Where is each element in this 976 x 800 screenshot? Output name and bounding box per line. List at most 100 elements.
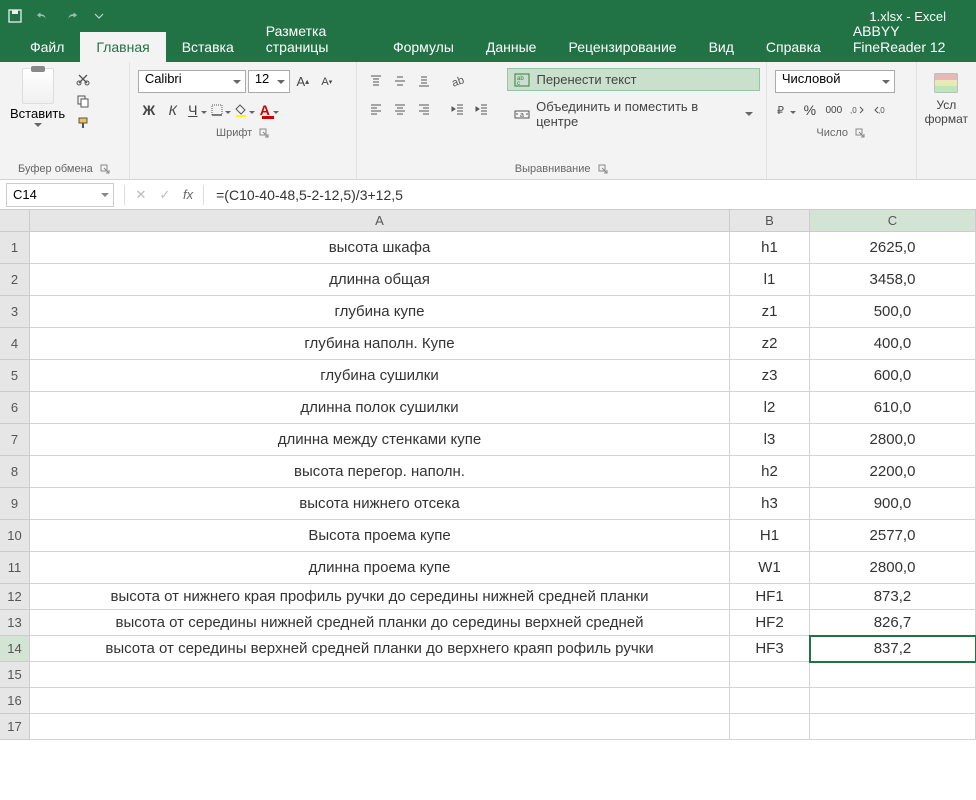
underline-button[interactable]: Ч [186,99,208,121]
column-header-C[interactable]: C [810,210,976,232]
cell[interactable]: высота нижнего отсека [30,488,730,520]
tab-данные[interactable]: Данные [470,32,553,62]
cell[interactable]: h3 [730,488,810,520]
cell[interactable]: глубина наполн. Купе [30,328,730,360]
cell[interactable]: 2200,0 [810,456,976,488]
column-header-A[interactable]: A [30,210,730,232]
cell[interactable] [730,688,810,714]
cell[interactable]: 400,0 [810,328,976,360]
number-launcher-icon[interactable] [854,127,866,139]
row-header[interactable]: 8 [0,456,30,488]
clipboard-launcher-icon[interactable] [99,163,111,175]
row-header[interactable]: 10 [0,520,30,552]
cell[interactable]: 500,0 [810,296,976,328]
increase-indent-icon[interactable] [471,98,493,120]
cell[interactable] [30,714,730,740]
font-family-select[interactable]: Calibri [138,70,246,93]
cell[interactable]: H1 [730,520,810,552]
increase-decimal-icon[interactable]: ,0 [847,99,869,121]
cell[interactable]: z3 [730,360,810,392]
cell[interactable]: 3458,0 [810,264,976,296]
cell[interactable]: высота от середины нижней средней планки… [30,610,730,636]
merge-center-button[interactable]: aОбъединить и поместить в центре [507,95,759,133]
number-format-select[interactable]: Числовой [775,70,895,93]
cell[interactable]: высота от нижнего края профиль ручки до … [30,584,730,610]
copy-icon[interactable] [73,92,93,110]
font-color-button[interactable]: A [258,99,280,121]
cell[interactable]: длинна общая [30,264,730,296]
tab-формулы[interactable]: Формулы [377,32,470,62]
orientation-icon[interactable]: ab [447,70,469,92]
row-header[interactable]: 12 [0,584,30,610]
cell[interactable]: HF2 [730,610,810,636]
row-header[interactable]: 1 [0,232,30,264]
cell[interactable]: высота от середины верхней средней планк… [30,636,730,662]
row-header[interactable]: 15 [0,662,30,688]
row-header[interactable]: 3 [0,296,30,328]
row-header[interactable]: 16 [0,688,30,714]
cell[interactable]: l1 [730,264,810,296]
row-header[interactable]: 4 [0,328,30,360]
tab-файл[interactable]: Файл [14,32,80,62]
row-header[interactable]: 7 [0,424,30,456]
decrease-decimal-icon[interactable]: ,0 [871,99,893,121]
cell[interactable] [730,662,810,688]
row-header[interactable]: 14 [0,636,30,662]
fx-icon[interactable]: fx [177,187,199,202]
font-launcher-icon[interactable] [258,127,270,139]
cell[interactable]: 2800,0 [810,552,976,584]
formula-input[interactable]: =(C10-40-48,5-2-12,5)/3+12,5 [208,187,976,203]
cell[interactable]: 2625,0 [810,232,976,264]
percent-format-icon[interactable]: % [799,99,821,121]
column-header-B[interactable]: B [730,210,810,232]
cut-icon[interactable] [73,70,93,88]
align-middle-icon[interactable] [389,70,411,92]
cell[interactable]: высота шкафа [30,232,730,264]
cell[interactable]: глубина купе [30,296,730,328]
cell[interactable]: глубина сушилки [30,360,730,392]
decrease-font-icon[interactable]: A▾ [316,71,338,93]
row-header[interactable]: 11 [0,552,30,584]
increase-font-icon[interactable]: A▴ [292,71,314,93]
cell[interactable]: 873,2 [810,584,976,610]
align-left-icon[interactable] [365,98,387,120]
cell[interactable]: высота перегор. наполн. [30,456,730,488]
cell[interactable]: 610,0 [810,392,976,424]
align-bottom-icon[interactable] [413,70,435,92]
alignment-launcher-icon[interactable] [597,163,609,175]
select-all-corner[interactable] [0,210,30,232]
cell[interactable]: длинна между стенками купе [30,424,730,456]
cell[interactable]: 2800,0 [810,424,976,456]
wrap-text-button[interactable]: abcПеренести текст [507,68,759,91]
align-top-icon[interactable] [365,70,387,92]
tab-главная[interactable]: Главная [80,32,165,62]
cell[interactable]: длинна проема купе [30,552,730,584]
comma-format-icon[interactable]: 000 [823,99,845,121]
format-painter-icon[interactable] [73,114,93,132]
align-right-icon[interactable] [413,98,435,120]
cell[interactable]: 600,0 [810,360,976,392]
cell[interactable]: z2 [730,328,810,360]
cell[interactable]: h2 [730,456,810,488]
tab-рецензирование[interactable]: Рецензирование [552,32,692,62]
bold-button[interactable]: Ж [138,99,160,121]
row-header[interactable]: 6 [0,392,30,424]
cell[interactable] [810,662,976,688]
font-size-select[interactable]: 12 [248,70,290,93]
cell[interactable]: W1 [730,552,810,584]
enter-formula-icon[interactable]: ✓ [153,187,177,203]
cell[interactable] [730,714,810,740]
italic-button[interactable]: К [162,99,184,121]
cell[interactable]: Высота проема купе [30,520,730,552]
fill-color-button[interactable] [234,99,256,121]
decrease-indent-icon[interactable] [447,98,469,120]
align-center-icon[interactable] [389,98,411,120]
cell[interactable]: 826,7 [810,610,976,636]
cell[interactable]: 2577,0 [810,520,976,552]
cell[interactable] [30,688,730,714]
paste-button[interactable]: Вставить [6,66,69,161]
cell[interactable]: z1 [730,296,810,328]
cell[interactable]: HF1 [730,584,810,610]
conditional-formatting-button[interactable]: Усл формат [923,66,970,130]
cell[interactable]: l2 [730,392,810,424]
